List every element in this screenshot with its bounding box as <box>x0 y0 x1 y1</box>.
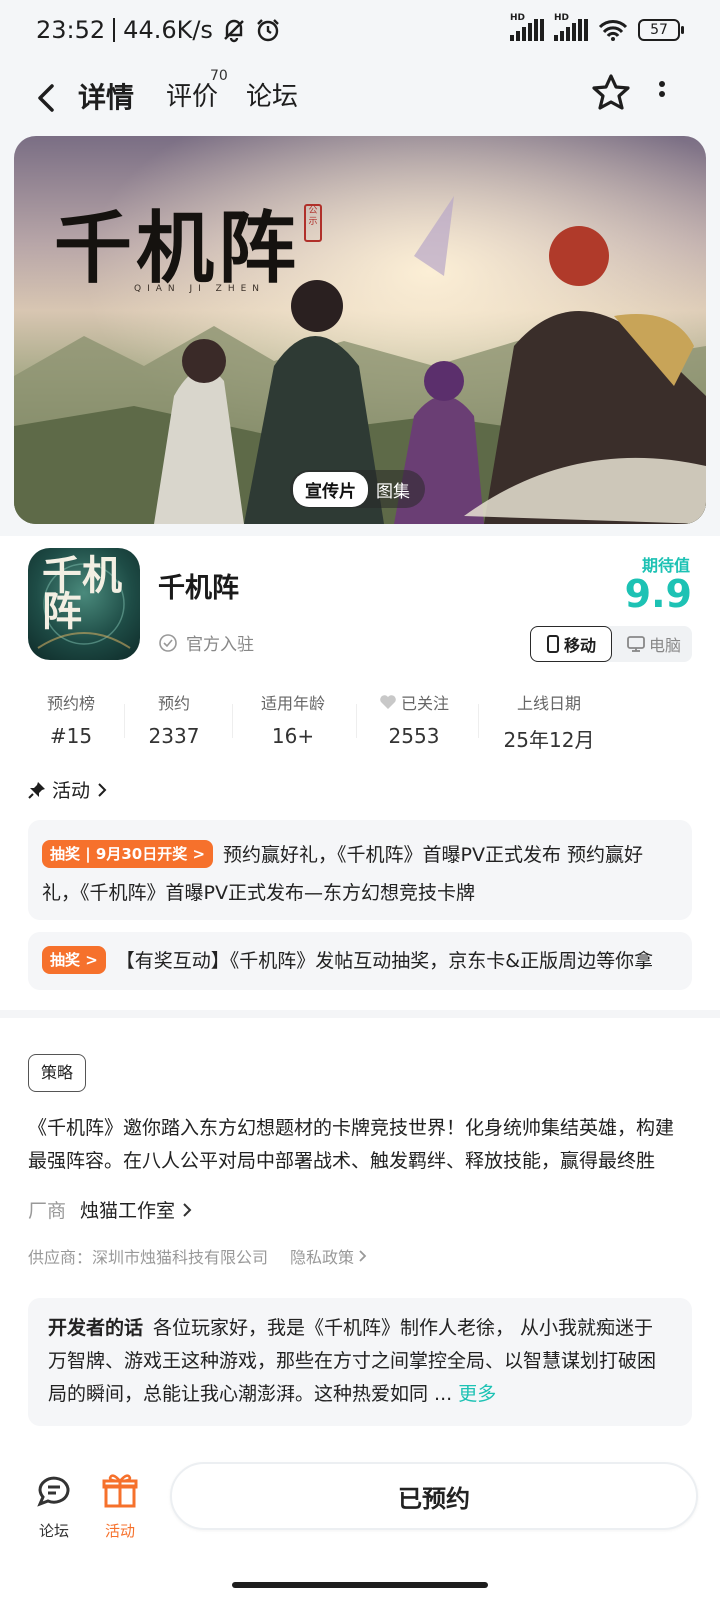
promo-banner[interactable]: 千机阵 QIAN JI ZHEN 公示 <box>14 136 706 524</box>
status-bar: 23:52 44.6K/s HD HD 57 <box>0 0 720 60</box>
official-label: 官方入驻 <box>186 635 254 655</box>
stat-label-followers: 已关注 <box>352 690 476 714</box>
stat-divider <box>124 704 125 738</box>
tab-detail[interactable]: 详情 <box>75 76 137 116</box>
chat-bubble-icon <box>37 1476 70 1507</box>
stat-label: 预约榜 <box>46 694 95 713</box>
wifi-icon <box>598 20 628 41</box>
phone-icon <box>546 635 559 653</box>
tab-forum[interactable]: 论坛 <box>246 76 298 113</box>
media-switch: 宣传片 图集 <box>290 470 425 508</box>
stat-value: 2337 <box>148 724 200 748</box>
vendor-name: 烛猫工作室 <box>80 1200 176 1222</box>
stat-label: 适用年龄 <box>260 694 325 713</box>
media-tab-video[interactable]: 宣传片 <box>293 471 368 507</box>
stat-value: #15 <box>49 724 93 748</box>
chevron-right-icon <box>183 1202 192 1217</box>
status-time: 23:52 <box>36 16 106 44</box>
back-arrow-icon[interactable] <box>30 78 62 118</box>
platform-pc[interactable]: 电脑 <box>616 626 692 662</box>
more-link[interactable]: 更多 <box>458 1383 496 1405</box>
vendor-row[interactable]: 厂商 烛猫工作室 <box>28 1196 193 1223</box>
activity-card-text: 抽奖 | 9月30日开奖 > 预约赢好礼，《千机阵》首曝PV正式发布 预约赢好礼，… <box>42 836 678 912</box>
app-title: 千机阵 <box>158 573 239 604</box>
status-divider <box>113 18 116 42</box>
stat-release-date: 上线日期 25年12月 <box>476 690 622 752</box>
app-icon: 千机阵 <box>28 548 140 660</box>
activity-tag: 抽奖 > <box>42 946 106 974</box>
expect-value: 9.9 <box>624 572 692 616</box>
section-divider <box>0 1010 720 1018</box>
official-badge: 官方入驻 <box>158 630 254 655</box>
signal-hd-label: HD <box>510 13 526 23</box>
activity-header[interactable]: 活动 <box>28 776 108 803</box>
media-tab-gallery[interactable]: 图集 <box>372 472 422 507</box>
bottom-forum-label: 论坛 <box>38 1522 69 1540</box>
platform-mobile[interactable]: 移动 <box>530 626 612 662</box>
stat-rank[interactable]: 预约榜 #15 <box>28 690 114 752</box>
stat-age: 适用年龄 16+ <box>234 690 352 752</box>
developer-note[interactable]: 开发者的话 各位玩家好，我是《千机阵》制作人老徐， 从小我就痴迷于万智牌、游戏王这… <box>28 1298 692 1426</box>
check-circle-icon <box>159 633 177 652</box>
stat-divider <box>356 704 357 738</box>
status-right: HD HD 57 <box>510 13 684 42</box>
bottom-bar: 论坛 活动 已预约 <box>0 1450 720 1600</box>
supplier-row: 供应商：深圳市烛猫科技有限公司 隐私政策 <box>28 1244 368 1268</box>
review-count-badge: 70 <box>210 68 228 84</box>
privacy-policy-label: 隐私政策 <box>290 1248 355 1267</box>
chevron-right-icon <box>98 782 107 797</box>
more-menu-icon[interactable] <box>656 78 668 108</box>
alarm-icon <box>257 19 279 42</box>
activity-card[interactable]: 抽奖 | 9月30日开奖 > 预约赢好礼，《千机阵》首曝PV正式发布 预约赢好礼，… <box>28 820 692 920</box>
reserved-button[interactable]: 已预约 <box>170 1462 698 1530</box>
stats-row: 预约榜 #15 预约 2337 适用年龄 16+ 已关注 2553 上线日期 2… <box>28 690 692 752</box>
stat-value: 16+ <box>271 724 315 748</box>
battery-icon: 57 <box>638 19 684 41</box>
logo-seal: 公示 <box>304 204 322 242</box>
game-logo: 千机阵 <box>54 203 301 294</box>
chevron-right-icon <box>359 1250 367 1262</box>
signal-icon: HD <box>510 13 544 41</box>
stat-value: 2553 <box>388 724 440 748</box>
developer-note-label: 开发者的话 <box>48 1317 144 1339</box>
activity-header-label: 活动 <box>52 780 91 802</box>
followers-label: 已关注 <box>400 694 449 713</box>
heart-icon <box>380 695 396 709</box>
stat-value: 25年12月 <box>503 728 595 752</box>
stat-divider <box>232 704 233 738</box>
status-net-speed: 44.6K/s <box>123 16 213 44</box>
platform-switch: 移动 电脑 <box>530 626 692 662</box>
game-logo-subtitle: QIAN JI ZHEN <box>134 284 266 294</box>
activity-tag: 抽奖 | 9月30日开奖 > <box>42 839 214 868</box>
vendor-key: 厂商 <box>28 1200 67 1222</box>
platform-mobile-label: 移动 <box>563 636 596 655</box>
bottom-activity-label: 活动 <box>104 1522 135 1540</box>
gift-icon <box>102 1474 138 1508</box>
platform-pc-label: 电脑 <box>648 636 681 655</box>
signal-hd-label-2: HD <box>554 13 570 23</box>
activity-title: 【有奖互动】《千机阵》发帖互动抽奖，京东卡&正版周边等你拿 <box>115 950 654 972</box>
game-description[interactable]: 《千机阵》邀你踏入东方幻想题材的卡牌竞技世界！化身统帅集结英雄，构建最强阵容。在… <box>28 1112 692 1178</box>
activity-card-text: 抽奖 > 【有奖互动】《千机阵》发帖互动抽奖，京东卡&正版周边等你拿 <box>42 946 678 976</box>
pin-icon <box>28 781 45 799</box>
signal-icon-2: HD <box>554 13 588 41</box>
stat-label: 预约 <box>157 694 190 713</box>
star-icon[interactable] <box>590 72 632 114</box>
bottom-forum-button[interactable]: 论坛 <box>24 1470 84 1541</box>
stat-divider <box>478 704 479 738</box>
app-icon-text: 千机阵 <box>42 552 122 635</box>
stat-followers[interactable]: 已关注 2553 <box>352 690 476 752</box>
activity-card[interactable]: 抽奖 > 【有奖互动】《千机阵》发帖互动抽奖，京东卡&正版周边等你拿 <box>28 932 692 990</box>
top-nav: 详情 评价 70 论坛 <box>0 60 720 136</box>
genre-tag[interactable]: 策略 <box>28 1054 87 1092</box>
status-left: 23:52 44.6K/s <box>36 16 281 44</box>
privacy-policy-link[interactable]: 隐私政策 <box>290 1244 368 1268</box>
monitor-icon <box>627 636 645 652</box>
bottom-activity-button[interactable]: 活动 <box>90 1470 150 1541</box>
home-indicator[interactable] <box>232 1582 488 1588</box>
stat-label: 上线日期 <box>516 694 581 713</box>
mute-bell-icon <box>224 19 244 43</box>
stat-reservations: 预约 2337 <box>114 690 234 752</box>
supplier-text: 供应商：深圳市烛猫科技有限公司 <box>28 1248 269 1267</box>
